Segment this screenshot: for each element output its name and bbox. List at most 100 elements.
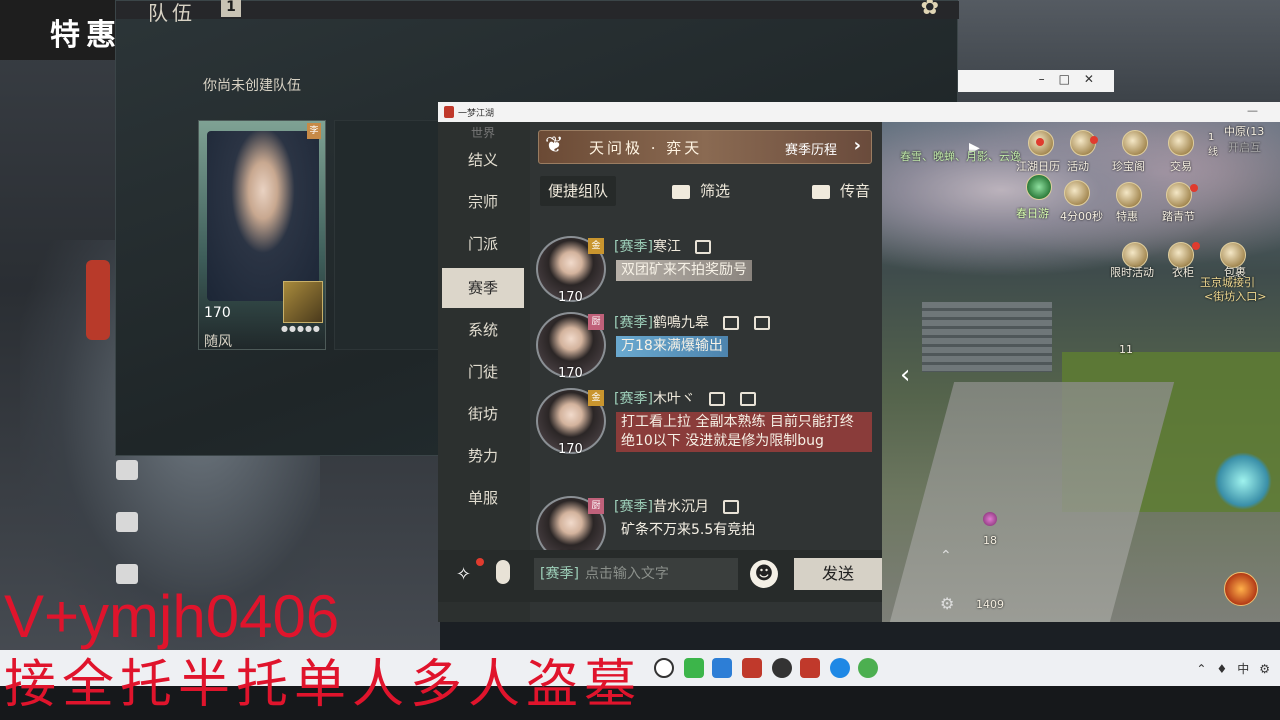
hud-timer: 4分00秒 <box>1060 210 1103 223</box>
season-history-link[interactable]: 赛季历程 <box>785 139 837 158</box>
hud-item-trade[interactable]: 交易 <box>1170 158 1192 174</box>
notification-dot <box>1192 242 1200 250</box>
mini-window-titlebar[interactable]: –□✕ <box>958 70 1114 92</box>
sender-name: 昔水沉月 <box>652 499 709 515</box>
sidebar-item-sworn[interactable]: 结义 <box>442 140 524 180</box>
desktop-file-icon[interactable] <box>116 564 138 584</box>
minimize-icon[interactable]: — <box>1247 104 1258 117</box>
hud-count-11: 11 <box>1119 343 1133 356</box>
horn-label: 传音 <box>840 182 871 200</box>
desktop-file-icon[interactable] <box>116 512 138 532</box>
member-stars: ●●●●● <box>281 324 321 333</box>
sidebar-item-faction[interactable]: 势力 <box>442 436 524 476</box>
app-k-icon[interactable] <box>712 658 732 678</box>
message-sender[interactable]: [赛季]寒江 <box>614 236 712 256</box>
message-sender[interactable]: [赛季]昔水沉月 <box>614 496 740 516</box>
outing-festival-icon[interactable] <box>1166 182 1192 208</box>
game-title: 一梦江湖 <box>458 109 495 119</box>
overlay-service-text: 接全托半托单人多人盗墓 <box>4 655 643 715</box>
message-bubble: 双团矿来不拍奖励号 <box>616 260 752 281</box>
game-taskbar-icon-2[interactable] <box>800 658 820 678</box>
hud-item-calendar[interactable]: 江湖日历 <box>1016 158 1060 174</box>
hud-item-outing[interactable]: 踏青节 <box>1162 208 1195 224</box>
avatar-level: 170 <box>558 366 583 381</box>
desktop-file-icon[interactable] <box>116 460 138 480</box>
skill-lotus-icon[interactable] <box>1214 452 1272 510</box>
spring-event-icon[interactable] <box>1026 174 1052 200</box>
notification-dot <box>1190 184 1198 192</box>
sidebar-item-master[interactable]: 宗师 <box>442 182 524 222</box>
special-offer-icon[interactable] <box>1116 182 1142 208</box>
skill-fire-icon[interactable] <box>1224 572 1258 606</box>
microphone-icon[interactable] <box>496 560 510 584</box>
hud-item-treasure[interactable]: 珍宝阁 <box>1112 158 1145 174</box>
sidebar-item-disciple[interactable]: 门徒 <box>442 352 524 392</box>
badge-icon <box>739 392 756 406</box>
notification-dot <box>476 558 484 566</box>
background-red-object <box>86 260 110 340</box>
team-member-card[interactable]: 李 170 ●●●●● 随风 <box>198 120 326 350</box>
shop-icon <box>723 500 740 514</box>
horn-button[interactable]: 传音 <box>812 176 870 206</box>
input-placeholder: 点击输入文字 <box>584 566 669 582</box>
up-arrow-icon[interactable]: ⌃ <box>940 548 952 564</box>
hud-location[interactable]: 中原(13 <box>1224 123 1264 139</box>
hud-count-1409: 1409 <box>976 598 1004 611</box>
team-close-icon[interactable]: ✿ <box>921 0 939 20</box>
edge-icon[interactable] <box>830 658 850 678</box>
badge-icon <box>753 316 770 330</box>
message-sender[interactable]: [赛季]鹤鳴九皋 <box>614 312 770 332</box>
team-empty-slot[interactable] <box>334 120 444 350</box>
sidebar-item-system[interactable]: 系统 <box>442 310 524 350</box>
chevron-right-icon[interactable]: › <box>854 135 861 156</box>
chat-main: ❦ 天问极 · 弈天 赛季历程 › 便捷组队 筛选 传音 金 170 [赛季]寒… <box>530 122 882 622</box>
message-channel: [赛季] <box>614 239 653 255</box>
hud-item-wardrobe[interactable]: 衣柜 <box>1172 264 1194 280</box>
sidebar-item-season[interactable]: 赛季 <box>442 268 524 308</box>
member-level: 170 <box>204 305 231 321</box>
magic-wand-icon[interactable]: ✧ <box>456 564 471 585</box>
sidebar-item-neighbor[interactable]: 街坊 <box>442 394 524 434</box>
browser-icon[interactable] <box>684 658 704 678</box>
system-tray[interactable]: ⌃♦中⚙ <box>1196 660 1280 677</box>
hud-item-special[interactable]: 特惠 <box>1116 208 1138 224</box>
season-banner[interactable]: ❦ 天问极 · 弈天 赛季历程 › <box>538 130 872 164</box>
hud-scroll-text: 春雪、晚蝉、月影、云逸 <box>900 150 1021 163</box>
send-button[interactable]: 发送 <box>794 558 882 590</box>
message-channel: [赛季] <box>614 499 653 515</box>
notification-dot <box>1036 138 1044 146</box>
hud-location-sub: 开启互 <box>1228 141 1261 154</box>
wechat-icon[interactable] <box>858 658 878 678</box>
hud-item-activity[interactable]: 活动 <box>1067 158 1089 174</box>
timer-icon[interactable] <box>1064 180 1090 206</box>
filter-button[interactable]: 筛选 <box>672 176 730 206</box>
game-window: 一梦江湖 — ▶ 春雪、晚蝉、月影、云逸 中原(13 开启互 1线 江湖日历 活… <box>438 102 1280 622</box>
sidebar-item-server[interactable]: 单服 <box>442 478 524 518</box>
search-icon[interactable] <box>654 658 674 678</box>
message-channel: [赛季] <box>614 315 653 331</box>
hud-line[interactable]: 1线 <box>1208 132 1218 158</box>
window-controls[interactable]: –□✕ <box>1039 72 1108 86</box>
chat-input[interactable]: [赛季] 点击输入文字 <box>534 558 738 590</box>
emoji-icon[interactable]: ☻ <box>750 560 778 588</box>
message-sender[interactable]: [赛季]木叶ヾ <box>614 388 756 408</box>
quick-team-button[interactable]: 便捷组队 <box>540 176 617 206</box>
app-dark-icon[interactable] <box>772 658 792 678</box>
sidebar-item-sect[interactable]: 门派 <box>442 224 524 264</box>
game-taskbar-icon[interactable] <box>742 658 762 678</box>
shop-icon <box>709 392 726 406</box>
settings-gear-icon[interactable]: ⚙ <box>940 594 954 613</box>
hud-item-limited[interactable]: 限时活动 <box>1110 264 1154 280</box>
trade-icon[interactable] <box>1168 130 1194 156</box>
background-promo-text: 特惠 <box>50 18 122 53</box>
sidebar-item-hidden[interactable]: 世界 <box>442 124 524 140</box>
message-bubble: 万18来满爆输出 <box>616 336 728 357</box>
treasure-icon[interactable] <box>1122 130 1148 156</box>
team-title: 队伍 <box>148 1 196 25</box>
collapse-left-icon[interactable]: ‹ <box>900 360 910 390</box>
member-name: 随风 <box>204 334 232 350</box>
message-bubble: 矿条不万来5.5有竞拍 <box>621 522 756 538</box>
hud-event-label[interactable]: 春日游 <box>1016 205 1049 221</box>
message-bubble: 打工看上拉 全副本熟练 目前只能打终绝10以下 没进就是修为限制bug <box>616 412 872 452</box>
game-title-bar: 一梦江湖 — <box>438 102 1280 122</box>
